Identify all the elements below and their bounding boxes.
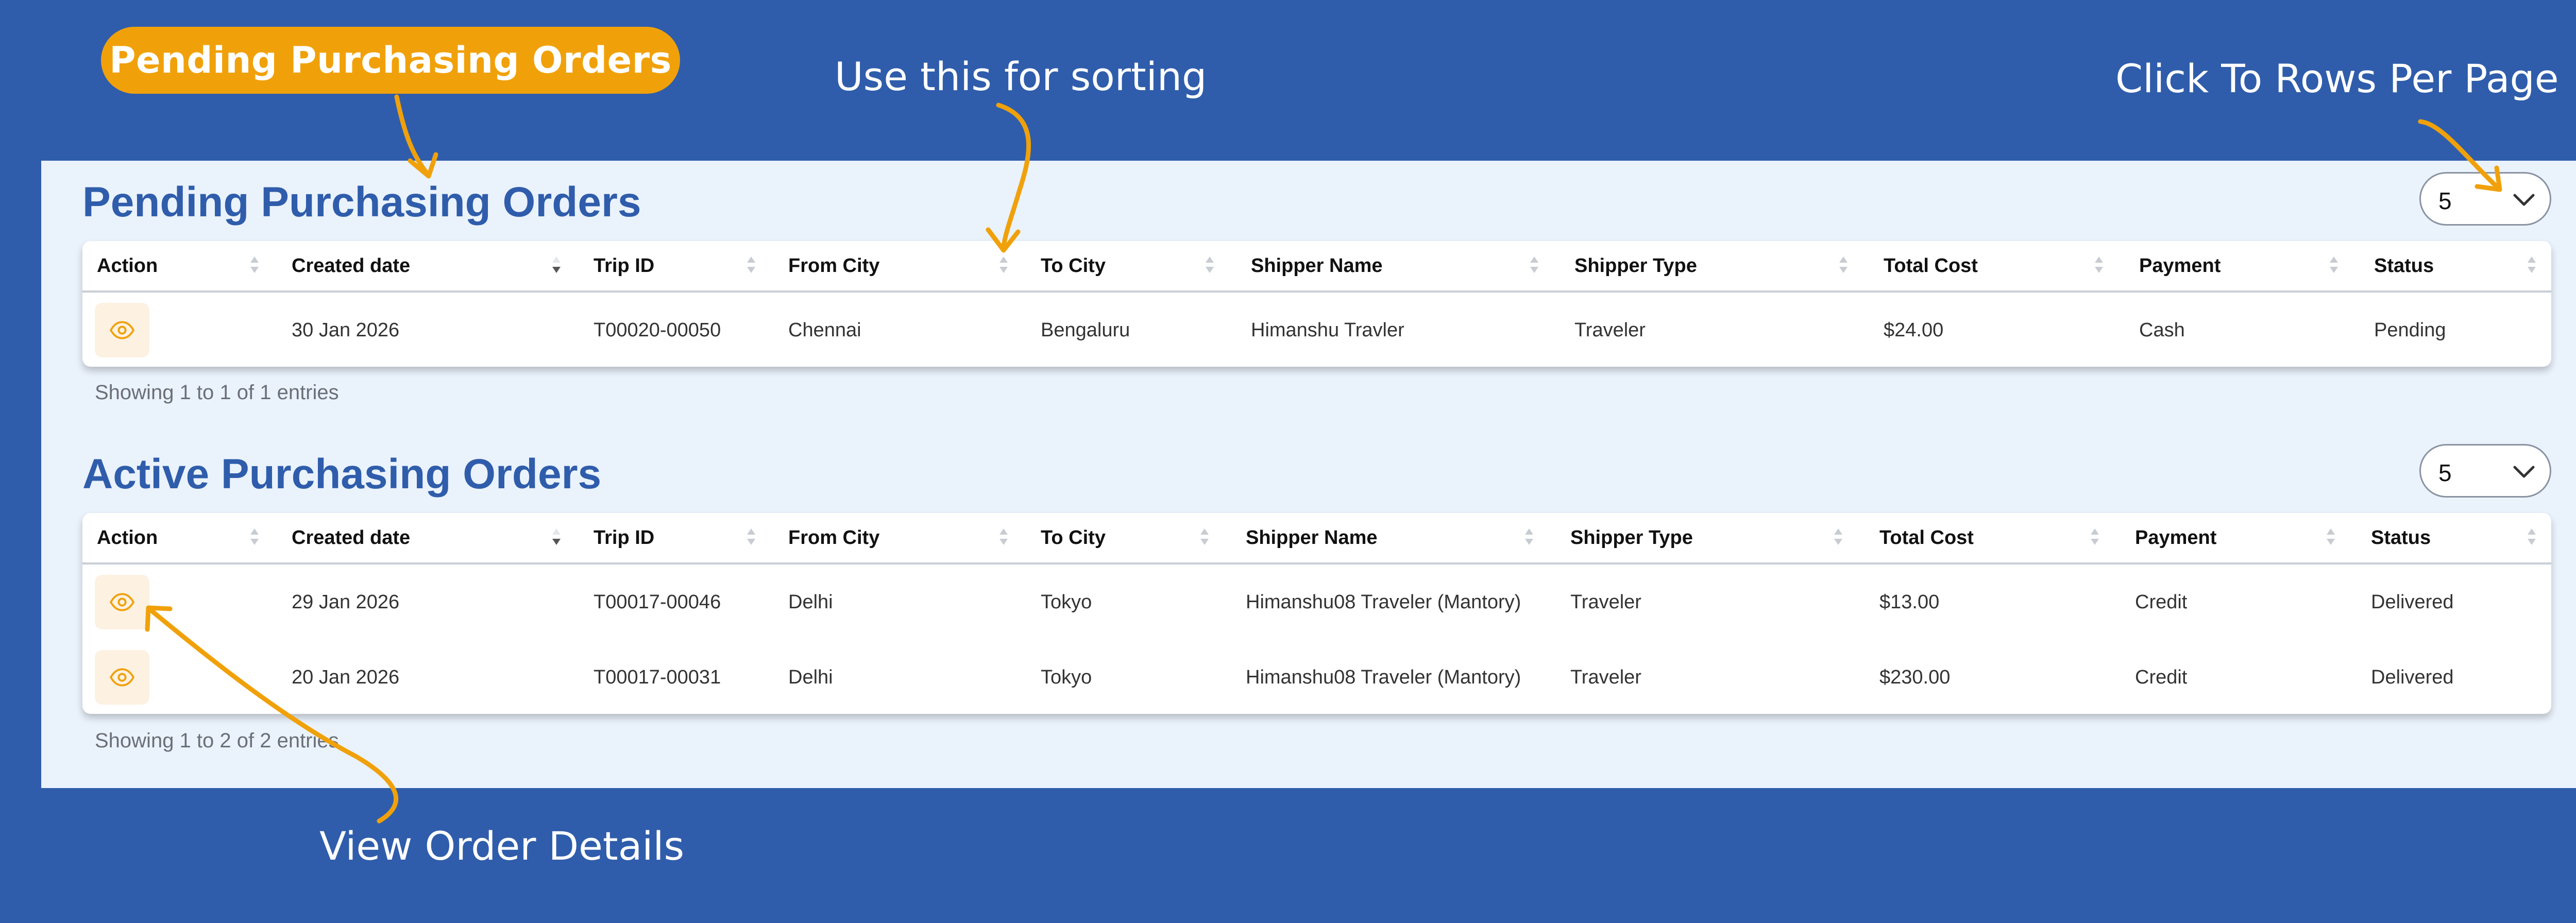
annotation-arrows [145,94,2502,824]
arrow-to-sort-icon [996,102,1031,249]
arrow-to-view-button [148,607,399,824]
arrow-to-rows-select [2418,119,2500,190]
